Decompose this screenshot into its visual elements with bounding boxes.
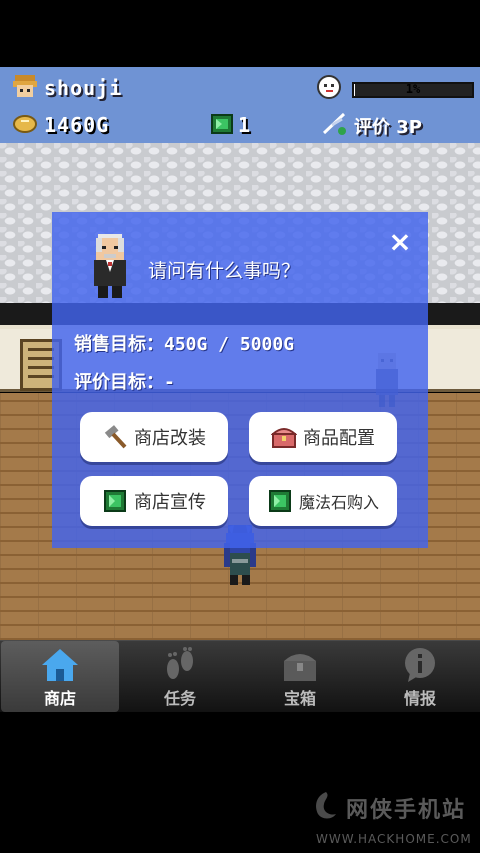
sales-target-value: 450G / 5000G: [164, 334, 295, 355]
tab-tasks-label: 任务: [163, 689, 196, 708]
mood-face-icon: [317, 75, 341, 99]
tab-info-label: 情报: [403, 689, 436, 708]
money-counter: 1460G: [44, 113, 110, 137]
butler-portrait-icon: [94, 234, 126, 298]
footprints-icon: [167, 647, 193, 679]
treasure-chest-icon: [271, 428, 297, 448]
watermark-title: 网侠手机站: [346, 798, 467, 823]
rating-target-value: -: [164, 372, 175, 393]
progress-label: 1%: [405, 82, 421, 96]
tab-shop-label: 商店: [43, 689, 76, 708]
player-avatar-icon: [13, 75, 37, 97]
green-gem-icon: [211, 114, 233, 134]
sales-target: 销售目标：450G / 5000G: [74, 330, 294, 356]
shop-promote-button[interactable]: 商店宣传: [80, 476, 228, 526]
player-name: shouji: [44, 76, 123, 100]
bottom-tab-bar: 商店 任务 宝箱 情报: [0, 640, 480, 712]
shop-renovate-button[interactable]: 商店改装: [80, 412, 228, 462]
tab-treasure-label: 宝箱: [283, 689, 316, 708]
shop-menu-dialog: × 请问有什么事吗？ 销售目标：450G / 5000G 评价目标：- 商店改装…: [52, 212, 428, 548]
tab-shop[interactable]: 商店: [1, 641, 119, 712]
rating-target-label: 评价目标：: [74, 372, 164, 393]
close-button[interactable]: ×: [386, 228, 414, 256]
game-screen: shouji 1% 1460G 1 评价 3P × 请问有什么事吗？ 销售目标：…: [0, 0, 480, 853]
green-gem-icon: [268, 490, 291, 512]
quill-pen-icon: [322, 112, 346, 135]
gold-coin-icon: [13, 115, 37, 133]
watermark-logo-icon: [316, 792, 336, 819]
green-gem-icon: [104, 490, 126, 512]
treasure-box-icon: [284, 654, 316, 681]
gem-counter: 1: [238, 113, 251, 137]
dialog-greeting: 请问有什么事吗？: [148, 260, 301, 282]
tab-info[interactable]: 情报: [361, 641, 479, 712]
shop-renovate-label: 商店改装: [134, 428, 206, 449]
satisfaction-progress-bar: 1%: [352, 82, 474, 98]
sales-target-label: 销售目标：: [74, 334, 164, 355]
rating-target: 评价目标：-: [74, 368, 175, 394]
house-icon: [42, 649, 78, 681]
hammer-icon: [104, 425, 127, 449]
product-config-label: 商品配置: [303, 428, 375, 449]
tab-tasks[interactable]: 任务: [121, 641, 239, 712]
hud-bar: shouji 1% 1460G 1 评价 3P: [0, 67, 480, 143]
product-config-button[interactable]: 商品配置: [249, 412, 397, 462]
tab-treasure[interactable]: 宝箱: [241, 641, 359, 712]
watermark-url: WWW.HACKHOME.COM: [316, 832, 472, 846]
buy-magic-stone-label: 魔法石购入: [298, 493, 379, 512]
info-bubble-icon: [405, 648, 435, 682]
buy-magic-stone-button[interactable]: 魔法石购入: [249, 476, 397, 526]
rating-points: 评价 3P: [354, 117, 422, 138]
shop-promote-label: 商店宣传: [134, 492, 206, 513]
